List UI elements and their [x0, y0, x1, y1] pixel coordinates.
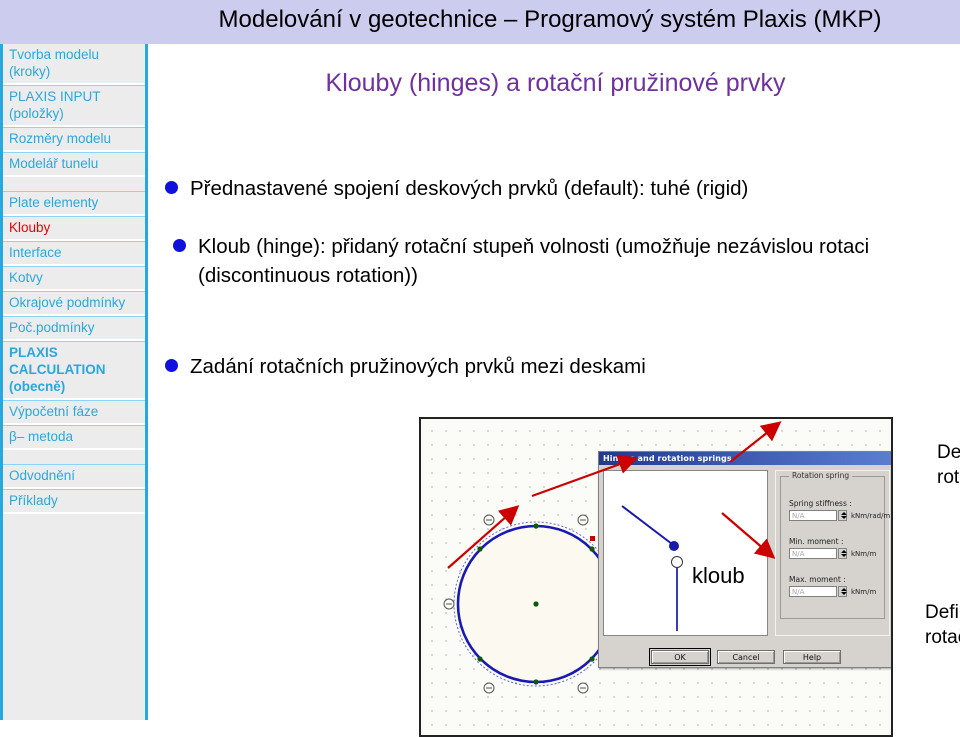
bullet-dot-icon [165, 181, 178, 194]
min-moment-stepper[interactable] [838, 548, 847, 559]
spring-stiffness-input[interactable]: N/A [789, 510, 837, 521]
sidebar-spacer [3, 177, 145, 191]
field-unit: kNm/rad/m [851, 511, 891, 520]
bullet-dot-icon [173, 239, 186, 252]
sidebar-item-interface[interactable]: Interface [3, 241, 145, 266]
bullet-text: Zadání rotačních pružinových prvků mezi … [190, 355, 646, 378]
content-heading: Klouby (hinges) a rotační pružinové prvk… [325, 69, 786, 97]
hinge-diagram [621, 505, 683, 631]
callout-moment: Definování momentu rotační pružiny [925, 602, 960, 648]
sidebar-item-label: Tvorba modelu (kroky) [9, 47, 100, 79]
slide-title-band: Modelování v geotechnice – Programový sy… [0, 0, 960, 44]
bullet-text: Kloub (hinge): přidaný rotační stupeň vo… [198, 235, 870, 287]
sidebar-item-plaxis-calculation[interactable]: PLAXIS CALCULATION (obecně) [3, 341, 145, 400]
bullet-item: Kloub (hinge): přidaný rotační stupeň vo… [173, 232, 953, 290]
field-label: Spring stiffness : [789, 499, 852, 508]
dialog-titlebar: Hinges and rotation springs [599, 452, 891, 465]
field-max-moment: Max. moment : N/A kNm/m [789, 575, 876, 597]
field-label: Max. moment : [789, 575, 846, 584]
sidebar-item-plate-elementy[interactable]: Plate elementy [3, 191, 145, 216]
sidebar-item-label: Výpočetní fáze [9, 404, 99, 419]
sidebar-item-priklady[interactable]: Příklady [3, 489, 145, 514]
min-moment-input[interactable]: N/A [789, 548, 837, 559]
dialog-title: Hinges and rotation springs [603, 454, 732, 463]
field-label: Min. moment : [789, 537, 844, 546]
hinge-preview-canvas: kloub [603, 470, 768, 636]
sidebar-item-label: Okrajové podmínky [9, 295, 126, 310]
sidebar-item-label: Klouby [9, 220, 51, 235]
bullet-dot-icon [165, 359, 178, 372]
sidebar-item-label: Interface [9, 245, 62, 260]
sidebar-item-beta-metoda[interactable]: β– metoda [3, 425, 145, 450]
sidebar-item-kotvy[interactable]: Kotvy [3, 266, 145, 291]
sidebar-item-odvodneni[interactable]: Odvodnění [3, 464, 145, 489]
cancel-button[interactable]: Cancel [717, 650, 775, 664]
rotation-spring-panel: Rotation spring Spring stiffness : N/A k… [775, 470, 890, 636]
dialog-button-row: OK Cancel Help [599, 648, 891, 666]
ok-button[interactable]: OK [649, 648, 711, 666]
sidebar-item-klouby[interactable]: Klouby [3, 216, 145, 241]
dialog-body: kloub Rotation spring Spring stiffness :… [599, 467, 891, 667]
field-unit: kNm/m [851, 587, 877, 596]
sidebar-item-tvorba-modelu[interactable]: Tvorba modelu (kroky) [3, 44, 145, 85]
sidebar-item-vypocetni-faze[interactable]: Výpočetní fáze [3, 400, 145, 425]
sidebar-item-okrajove-podminky[interactable]: Okrajové podmínky [3, 291, 145, 316]
sidebar-spacer-2 [3, 450, 145, 464]
sidebar-item-plaxis-input[interactable]: PLAXIS INPUT (položky) [3, 85, 145, 127]
groupbox-title: Rotation spring [789, 471, 853, 480]
callout-stiffness: Definování tuhosti rotační pružiny [937, 442, 960, 488]
hinges-dialog: Hinges and rotation springs kloub Rotati… [598, 451, 891, 668]
sidebar-item-rozmery-modelu[interactable]: Rozměry modelu [3, 127, 145, 152]
max-moment-input[interactable]: N/A [789, 586, 837, 597]
sidebar-item-label: PLAXIS INPUT (položky) [9, 89, 101, 121]
sidebar-item-label: Rozměry modelu [9, 131, 112, 146]
slide-title: Modelování v geotechnice – Programový sy… [218, 6, 882, 33]
bullet-item: Přednastavené spojení deskových prvků (d… [165, 174, 955, 203]
rotation-spring-groupbox: Rotation spring Spring stiffness : N/A k… [780, 471, 890, 619]
sidebar-item-label: PLAXIS CALCULATION (obecně) [9, 345, 106, 394]
bullet-item: Zadání rotačních pružinových prvků mezi … [165, 352, 945, 381]
sidebar-item-pocatecni-podminky[interactable]: Poč.podmínky [3, 316, 145, 341]
sidebar-item-label: β– metoda [9, 429, 74, 444]
sidebar-item-label: Příklady [9, 493, 58, 508]
sidebar-item-label: Modelář tunelu [9, 156, 99, 171]
sidebar-item-label: Poč.podmínky [9, 320, 95, 335]
field-spring-stiffness: Spring stiffness : N/A kNm/rad/m [789, 499, 890, 521]
sidebar-navigation: Tvorba modelu (kroky) PLAXIS INPUT (polo… [0, 44, 148, 720]
help-button[interactable]: Help [783, 650, 841, 664]
bullet-text: Přednastavené spojení deskových prvků (d… [190, 177, 749, 200]
spring-stiffness-stepper[interactable] [838, 510, 847, 521]
slide-content-area: Klouby (hinges) a rotační pružinové prvk… [151, 44, 960, 737]
max-moment-stepper[interactable] [838, 586, 847, 597]
sidebar-item-label: Plate elementy [9, 195, 99, 210]
kloub-label: kloub [692, 563, 745, 588]
sidebar-item-label: Odvodnění [9, 468, 76, 483]
sidebar-item-modelar-tunelu[interactable]: Modelář tunelu [3, 152, 145, 177]
field-min-moment: Min. moment : N/A kNm/m [789, 537, 876, 559]
embedded-screenshot: Hinges and rotation springs kloub Rotati… [419, 417, 893, 737]
sidebar-item-label: Kotvy [9, 270, 43, 285]
field-unit: kNm/m [851, 549, 877, 558]
